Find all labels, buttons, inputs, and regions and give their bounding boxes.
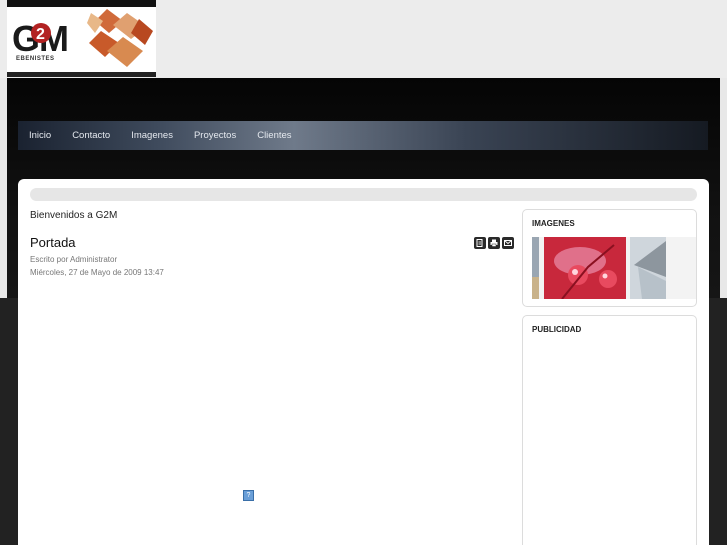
ads-module: PUBLICIDAD — [522, 315, 697, 545]
right-edge — [720, 78, 727, 298]
email-icon[interactable] — [502, 237, 514, 249]
nav-item-contacto[interactable]: Contacto — [72, 130, 110, 141]
print-icon[interactable] — [488, 237, 500, 249]
welcome-text: Bienvenidos a G2M — [30, 210, 118, 221]
image-carousel[interactable] — [532, 237, 696, 299]
ads-module-title: PUBLICIDAD — [532, 325, 582, 334]
article-author: Escrito por Administrator — [30, 255, 118, 264]
main-navigation: Inicio Contacto Imagenes Proyectos Clien… — [18, 121, 708, 150]
nav-item-proyectos[interactable]: Proyectos — [194, 130, 236, 141]
article-actions — [474, 237, 514, 249]
svg-text:2: 2 — [36, 26, 45, 43]
pdf-icon[interactable] — [474, 237, 486, 249]
site-logo[interactable]: G M 2 EBENISTES — [7, 0, 156, 77]
article-date: Miércoles, 27 de Mayo de 2009 13:47 — [30, 268, 164, 277]
content-area: Bienvenidos a G2M Portada Escrito por Ad… — [18, 179, 709, 545]
left-edge — [0, 78, 7, 298]
article-title[interactable]: Portada — [30, 235, 76, 250]
nav-item-clientes[interactable]: Clientes — [257, 130, 291, 141]
breadcrumb — [30, 188, 697, 201]
nav-item-imagenes[interactable]: Imagenes — [131, 130, 173, 141]
images-module: IMAGENES — [522, 209, 697, 307]
nav-item-inicio[interactable]: Inicio — [29, 130, 51, 141]
logo-subtitle: EBENISTES — [16, 56, 55, 62]
image-placeholder-icon: ? — [243, 490, 254, 501]
images-module-title: IMAGENES — [532, 219, 575, 228]
